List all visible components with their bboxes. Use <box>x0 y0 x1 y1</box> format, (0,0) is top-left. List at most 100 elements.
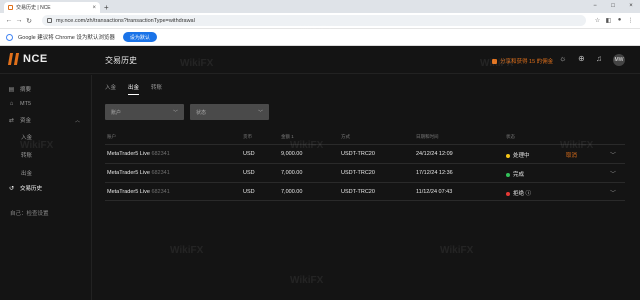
sidebar-item-label: 转账 <box>21 153 33 159</box>
menu-icon[interactable]: ⋮ <box>625 17 636 24</box>
chevron-down-icon[interactable]: ﹀ <box>610 169 616 178</box>
sidebar-item-history[interactable]: ↺ 交易历史 <box>8 182 88 194</box>
sidebar-item-summary[interactable]: ▤ 摘要 <box>8 83 88 95</box>
amount-cell: 9,000.00 <box>281 151 303 157</box>
table-header: 账户 货币 金额 1 方式 日期和时间 状态 <box>105 132 625 142</box>
chrome-icon <box>6 33 13 41</box>
site-info-icon[interactable] <box>47 18 52 23</box>
set-default-button[interactable]: 设为默认 <box>122 32 157 42</box>
app-header: NCE 交易历史 分享和获得 15 的佣金 ☼ ⊕ ♫ MW <box>0 46 640 74</box>
browser-toolbar: ← → ↻ my.nce.com/zh/transactions?transac… <box>0 13 640 29</box>
sidebar-item-mt5[interactable]: ⌂ MT5 <box>8 98 88 110</box>
table-row[interactable]: MetaTrader5 Live 682341 USD 7,000.00 USD… <box>105 182 625 201</box>
sidebar-item-transfer[interactable]: 转账 <box>21 149 101 161</box>
language-icon[interactable]: ⊕ <box>578 54 585 63</box>
sidebar-item-withdrawal[interactable]: 出金 <box>21 167 101 179</box>
column-header-datetime: 日期和时间 <box>416 134 439 139</box>
bookmark-icon[interactable]: ☆ <box>592 17 603 24</box>
maximize-button[interactable]: □ <box>604 0 622 13</box>
status-dot-icon <box>506 172 510 177</box>
sidebar: ▤ 摘要 ⌂ MT5 ⇄ 资金 ︿ 入金 转账 出金 ↺ 交易历史 自己：检查设… <box>0 75 92 300</box>
sidebar-item-deposit[interactable]: 入金 <box>21 131 101 143</box>
currency-cell: USD <box>243 189 255 195</box>
status-badge: 完成 <box>513 172 525 178</box>
extensions-icon[interactable]: ◧ <box>603 17 614 24</box>
tab-withdrawal[interactable]: 出金 <box>128 83 140 95</box>
mt5-icon: ⌂ <box>9 101 14 107</box>
theme-toggle-icon[interactable]: ☼ <box>559 54 566 63</box>
method-cell: USDT-TRC20 <box>341 170 375 176</box>
nce-logo[interactable]: NCE <box>8 53 48 65</box>
sidebar-item-label: 资金 <box>20 118 32 124</box>
chevron-down-icon[interactable]: ﹀ <box>610 150 616 159</box>
status-filter-select[interactable]: 状态 ﹀ <box>190 104 269 120</box>
chevron-down-icon: ﹀ <box>172 109 178 116</box>
browser-tab-title: 交易历史 | NCE <box>16 5 51 11</box>
currency-cell: USD <box>243 151 255 157</box>
promo-text: 分享和获得 15 的佣金 <box>500 59 554 65</box>
column-header-status: 状态 <box>506 134 515 139</box>
tab-transfer[interactable]: 转账 <box>151 83 162 95</box>
column-header-currency: 货币 <box>243 134 252 139</box>
status-dot-icon <box>506 153 510 158</box>
account-name: MetaTrader5 Live <box>107 189 150 195</box>
back-icon[interactable]: ← <box>4 17 14 24</box>
status-cell: 处理中 <box>506 151 530 159</box>
nce-logo-icon <box>8 53 20 65</box>
reload-icon[interactable]: ↻ <box>24 17 34 25</box>
minimize-button[interactable]: − <box>586 0 604 13</box>
logo-text: NCE <box>23 53 48 65</box>
nce-favicon-icon <box>8 5 13 10</box>
status-cell: 完成 <box>506 170 524 178</box>
account-name: MetaTrader5 Live <box>107 151 150 157</box>
chevron-down-icon[interactable]: ﹀ <box>610 188 616 197</box>
browser-tab[interactable]: 交易历史 | NCE × <box>4 2 100 13</box>
account-id: 682341 <box>151 151 170 157</box>
window-controls: − □ × <box>586 0 640 13</box>
toolbar-icons: ☆ ◧ ● ⋮ <box>592 17 636 24</box>
account-cell: MetaTrader5 Live 682341 <box>107 189 170 195</box>
watermark: WikiFX <box>440 245 474 256</box>
notification-icon[interactable]: ♫ <box>596 54 602 63</box>
tab-deposit[interactable]: 入金 <box>105 83 116 95</box>
sidebar-item-label: 交易历史 <box>20 186 43 192</box>
summary-icon: ▤ <box>8 86 15 93</box>
sidebar-bottom-link[interactable]: 自己：检查设置 <box>10 209 49 217</box>
method-cell: USDT-TRC20 <box>341 151 375 157</box>
referral-promo[interactable]: 分享和获得 15 的佣金 <box>492 57 553 65</box>
chevron-up-icon: ︿ <box>74 117 80 124</box>
status-filter-placeholder: 状态 <box>196 109 207 116</box>
datetime-cell: 17/12/24 12:36 <box>416 170 453 176</box>
default-browser-infobar: Google 建议将 Chrome 设为默认浏览器 设为默认 <box>0 29 640 46</box>
sidebar-item-funds[interactable]: ⇄ 资金 ︿ <box>8 114 88 126</box>
tab-close-icon[interactable]: × <box>92 5 96 11</box>
column-header-method: 方式 <box>341 134 350 139</box>
transaction-type-tabs: 入金 出金 转账 <box>105 83 174 95</box>
close-window-button[interactable]: × <box>622 0 640 13</box>
new-tab-button[interactable]: + <box>104 2 109 13</box>
account-id: 682341 <box>151 170 170 176</box>
avatar[interactable]: MW <box>613 54 625 66</box>
address-bar[interactable]: my.nce.com/zh/transactions?transactionTy… <box>42 15 586 26</box>
account-cell: MetaTrader5 Live 682341 <box>107 151 170 157</box>
sidebar-item-label: MT5 <box>20 101 31 107</box>
history-icon: ↺ <box>8 185 15 192</box>
account-id: 682341 <box>151 189 170 195</box>
cancel-button[interactable]: 取消 <box>566 151 577 159</box>
column-header-amount[interactable]: 金额 1 <box>281 134 294 140</box>
currency-cell: USD <box>243 170 255 176</box>
profile-icon[interactable]: ● <box>614 17 625 24</box>
status-cell: 拒绝 ⓘ <box>506 189 531 197</box>
forward-icon[interactable]: → <box>14 17 24 24</box>
watermark: WikiFX <box>170 245 204 256</box>
sidebar-item-label: 入金 <box>21 135 33 141</box>
status-dot-icon <box>506 191 510 196</box>
column-header-account: 账户 <box>107 134 116 139</box>
datetime-cell: 11/12/24 07:43 <box>416 189 453 195</box>
table-row[interactable]: MetaTrader5 Live 682341 USD 7,000.00 USD… <box>105 163 625 182</box>
account-cell: MetaTrader5 Live 682341 <box>107 170 170 176</box>
table-row[interactable]: MetaTrader5 Live 682341 USD 9,000.00 USD… <box>105 144 625 163</box>
status-badge: 处理中 <box>513 153 530 159</box>
watermark: WikiFX <box>290 275 324 286</box>
account-filter-select[interactable]: 账户 ﹀ <box>105 104 184 120</box>
